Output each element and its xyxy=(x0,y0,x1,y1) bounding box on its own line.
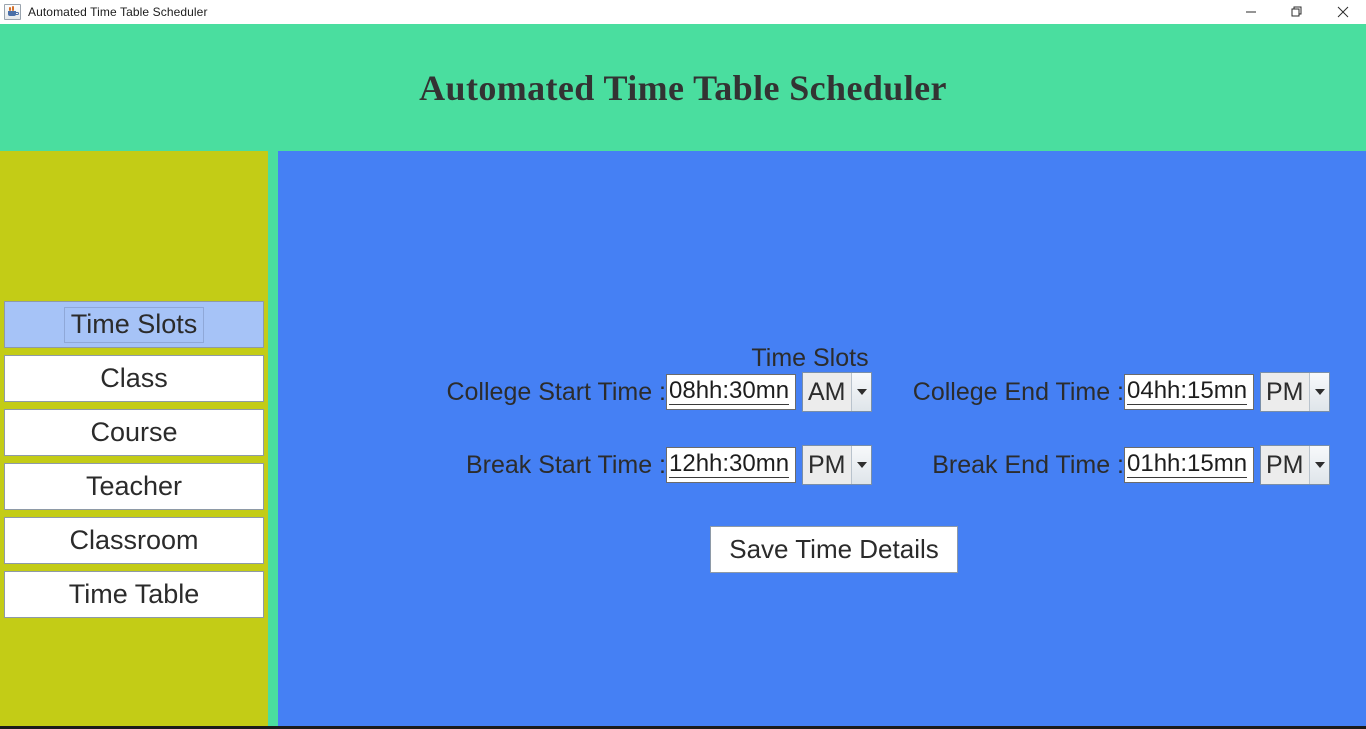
college-end-meridiem-value: PM xyxy=(1261,373,1309,411)
application-window: Automated Time Table Scheduler Automated xyxy=(0,0,1366,729)
sidebar-item-time-slots[interactable]: Time Slots xyxy=(4,301,264,348)
sidebar-item-label: Course xyxy=(90,416,178,447)
college-end-time-value: 04hh:15mn xyxy=(1127,377,1248,405)
break-end-time-input[interactable]: 01hh:15mn xyxy=(1124,447,1254,483)
main-content-panel: Time Slots College Start Time : 08hh:30m… xyxy=(278,151,1366,726)
field-college-start-time: College Start Time : 08hh:30mn AM xyxy=(348,372,872,412)
minimize-icon[interactable] xyxy=(1228,0,1274,24)
break-start-time-label: Break Start Time : xyxy=(465,450,666,479)
section-title: Time Slots xyxy=(278,344,1366,373)
college-start-time-label: College Start Time : xyxy=(446,377,666,406)
field-break-end-time: Break End Time : 01hh:15mn PM xyxy=(828,445,1330,485)
java-coffee-cup-icon xyxy=(4,3,21,20)
sidebar-item-class[interactable]: Class xyxy=(4,355,264,402)
page-title: Automated Time Table Scheduler xyxy=(419,67,947,108)
header-banner: Automated Time Table Scheduler xyxy=(0,24,1366,151)
field-break-start-time: Break Start Time : 12hh:30mn PM xyxy=(348,445,872,485)
chevron-down-icon[interactable] xyxy=(1309,373,1329,411)
restore-icon[interactable] xyxy=(1274,0,1320,24)
break-end-meridiem-value: PM xyxy=(1261,446,1309,484)
sidebar-item-time-table[interactable]: Time Table xyxy=(4,571,264,618)
section-title-label: Time Slots xyxy=(751,344,869,372)
sidebar-item-teacher[interactable]: Teacher xyxy=(4,463,264,510)
sidebar-item-label: Time Table xyxy=(68,578,200,609)
sidebar-divider xyxy=(268,151,278,726)
college-end-time-label: College End Time : xyxy=(912,377,1124,406)
college-start-time-value: 08hh:30mn xyxy=(669,377,790,405)
save-button-label: Save Time Details xyxy=(729,534,939,564)
sidebar-item-label: Class xyxy=(100,362,168,393)
field-college-end-time: College End Time : 04hh:15mn PM xyxy=(828,372,1330,412)
sidebar-item-classroom[interactable]: Classroom xyxy=(4,517,264,564)
college-end-time-input[interactable]: 04hh:15mn xyxy=(1124,374,1254,410)
sidebar-item-label: Classroom xyxy=(69,524,199,555)
sidebar-item-course[interactable]: Course xyxy=(4,409,264,456)
window-controls xyxy=(1228,0,1366,24)
break-start-time-input[interactable]: 12hh:30mn xyxy=(666,447,796,483)
break-end-time-value: 01hh:15mn xyxy=(1127,450,1248,478)
sidebar-navigation: Time Slots Class Course Teacher Classroo… xyxy=(0,151,268,726)
window-title: Automated Time Table Scheduler xyxy=(28,4,208,19)
college-end-meridiem-select[interactable]: PM xyxy=(1260,372,1330,412)
college-start-time-input[interactable]: 08hh:30mn xyxy=(666,374,796,410)
sidebar-item-label: Teacher xyxy=(85,470,183,501)
save-time-details-button[interactable]: Save Time Details xyxy=(710,526,958,573)
break-start-time-value: 12hh:30mn xyxy=(669,450,790,478)
chevron-down-icon[interactable] xyxy=(1309,446,1329,484)
sidebar-item-label: Time Slots xyxy=(63,306,205,343)
body-container: Time Slots Class Course Teacher Classroo… xyxy=(0,151,1366,729)
close-icon[interactable] xyxy=(1320,0,1366,24)
break-end-time-label: Break End Time : xyxy=(932,450,1124,479)
break-end-meridiem-select[interactable]: PM xyxy=(1260,445,1330,485)
title-bar: Automated Time Table Scheduler xyxy=(0,0,1366,24)
title-bar-left: Automated Time Table Scheduler xyxy=(0,0,208,24)
